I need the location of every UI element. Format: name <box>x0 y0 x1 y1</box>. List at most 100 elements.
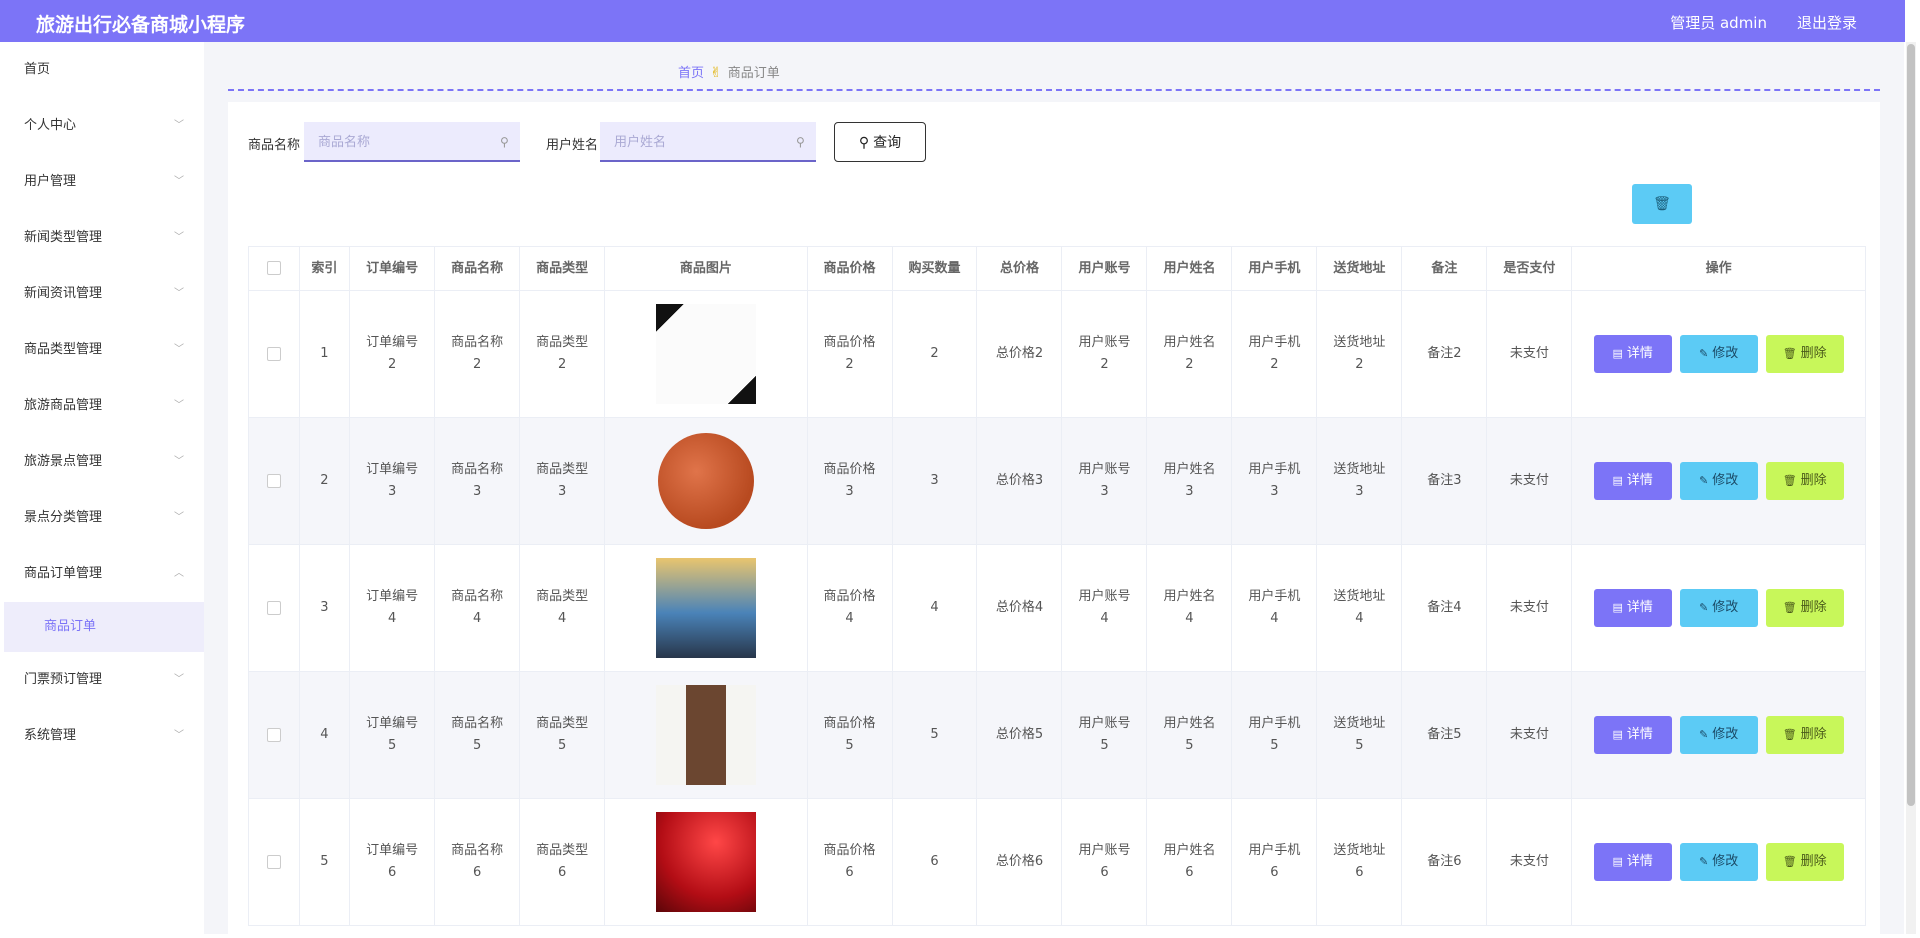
delete-button[interactable]: 🗑 删除 <box>1765 716 1844 754</box>
breadcrumb-home[interactable]: 首页 <box>678 66 704 81</box>
sidebar-item-label: 商品类型管理 <box>24 342 103 357</box>
sidebar-item-5[interactable]: 商品类型管理 ﹀ <box>4 322 204 378</box>
sidebar-item-0[interactable]: 门票预订管理 ﹀ <box>4 652 204 708</box>
chevron-icon: ﹀ <box>174 456 184 467</box>
detail-button[interactable]: ▤ 详情 <box>1593 843 1672 881</box>
sidebar-item-1[interactable]: 个人中心 ﹀ <box>4 98 204 154</box>
column-header: 总价格 <box>976 246 1063 291</box>
detail-button[interactable]: ▤ 详情 <box>1593 335 1672 373</box>
cell-type: 商品类型 6 <box>519 798 606 926</box>
sidebar-item-label: 景点分类管理 <box>24 510 103 525</box>
actions-cell: ▤ 详情 ✎ 修改 🗑 删除 <box>1571 290 1866 418</box>
query-button[interactable]: ⚲ 查询 <box>834 122 926 162</box>
sidebar-item-3[interactable]: 新闻类型管理 ﹀ <box>4 210 204 266</box>
user-name-input[interactable] <box>600 122 816 162</box>
sidebar-item-7[interactable]: 旅游景点管理 ﹀ <box>4 434 204 490</box>
cell-index: 4 <box>298 671 351 799</box>
cell-account: 用户账号 3 <box>1061 417 1148 545</box>
edit-button[interactable]: ✎ 修改 <box>1679 462 1758 500</box>
row-checkbox[interactable] <box>266 346 281 361</box>
detail-label: 详情 <box>1626 727 1653 742</box>
trash-icon: 🗑 <box>1782 728 1797 741</box>
row-select-cell <box>248 417 300 545</box>
cell-address: 送货地址 3 <box>1316 417 1403 545</box>
sidebar-item-label: 新闻资讯管理 <box>24 286 103 301</box>
row-checkbox[interactable] <box>266 727 281 742</box>
row-checkbox[interactable] <box>266 473 281 488</box>
edit-icon: ✎ <box>1699 474 1709 487</box>
sidebar-subitem-orders[interactable]: 商品订单 <box>4 602 204 652</box>
sidebar-item-2[interactable]: 用户管理 ﹀ <box>4 154 204 210</box>
breadcrumb: 首页 ✌ 商品订单 <box>678 62 780 81</box>
batch-delete-button[interactable]: 🗑 <box>1632 184 1692 224</box>
search-icon: ⚲ <box>500 135 509 149</box>
sidebar-item-1[interactable]: 系统管理 ﹀ <box>4 708 204 764</box>
sidebar-item-label: 首页 <box>24 62 51 77</box>
scrollbar[interactable] <box>1906 42 1916 934</box>
cell-address: 送货地址 6 <box>1316 798 1403 926</box>
row-checkbox[interactable] <box>266 854 281 869</box>
chevron-icon: ﹀ <box>174 288 184 299</box>
product-image-cell <box>604 290 808 418</box>
cell-note: 备注6 <box>1401 798 1488 926</box>
actions-cell: ▤ 详情 ✎ 修改 🗑 删除 <box>1571 417 1866 545</box>
edit-button[interactable]: ✎ 修改 <box>1679 843 1758 881</box>
delete-label: 删除 <box>1800 727 1827 742</box>
cell-address: 送货地址 4 <box>1316 544 1403 672</box>
cell-qty: 6 <box>891 798 978 926</box>
product-name-input[interactable] <box>304 122 520 162</box>
cell-type: 商品类型 5 <box>519 671 606 799</box>
edit-button[interactable]: ✎ 修改 <box>1679 335 1758 373</box>
sidebar-item-9[interactable]: 商品订单管理 ︿ <box>4 546 204 602</box>
scrollbar-thumb[interactable] <box>1907 44 1915 806</box>
trash-icon: 🗑 <box>1782 855 1797 868</box>
select-all-checkbox[interactable] <box>266 261 281 275</box>
edit-button[interactable]: ✎ 修改 <box>1679 589 1758 627</box>
product-image[interactable] <box>657 433 754 529</box>
delete-button[interactable]: 🗑 删除 <box>1765 462 1844 500</box>
product-image-cell <box>604 544 808 672</box>
trash-icon: 🗑 <box>1653 196 1671 212</box>
cell-paid: 未支付 <box>1486 544 1573 672</box>
column-header: 订单编号 <box>349 246 436 291</box>
product-image[interactable] <box>655 304 756 404</box>
delete-button[interactable]: 🗑 删除 <box>1765 335 1844 373</box>
row-checkbox[interactable] <box>266 600 281 615</box>
product-image[interactable] <box>655 558 756 658</box>
product-image[interactable] <box>655 812 756 912</box>
delete-button[interactable]: 🗑 删除 <box>1765 589 1844 627</box>
edit-button[interactable]: ✎ 修改 <box>1679 716 1758 754</box>
delete-button[interactable]: 🗑 删除 <box>1765 843 1844 881</box>
detail-button[interactable]: ▤ 详情 <box>1593 589 1672 627</box>
logout-link[interactable]: 退出登录 <box>1797 12 1857 33</box>
product-image[interactable] <box>655 685 756 785</box>
cell-name: 商品名称 3 <box>434 417 521 545</box>
sidebar-item-label: 旅游商品管理 <box>24 398 103 413</box>
search-icon: ⚲ <box>858 134 870 150</box>
app-title: 旅游出行必备商城小程序 <box>36 14 246 36</box>
divider <box>228 89 1880 91</box>
cell-order_no: 订单编号 5 <box>349 671 436 799</box>
sidebar-item-4[interactable]: 新闻资讯管理 ﹀ <box>4 266 204 322</box>
table-row: 3 订单编号 4 商品名称 4 商品类型 4 商品价格 4 4 总价格4 用户账号 4 用户姓名… <box>248 544 1866 672</box>
document-icon: ▤ <box>1612 474 1623 487</box>
sidebar-item-8[interactable]: 景点分类管理 ﹀ <box>4 490 204 546</box>
sidebar-item-6[interactable]: 旅游商品管理 ﹀ <box>4 378 204 434</box>
detail-button[interactable]: ▤ 详情 <box>1593 462 1672 500</box>
chevron-icon: ﹀ <box>174 674 184 685</box>
cell-type: 商品类型 3 <box>519 417 606 545</box>
column-header: 商品价格 <box>806 246 893 291</box>
document-icon: ▤ <box>1612 601 1623 614</box>
sidebar-item-0[interactable]: 首页 <box>4 42 204 98</box>
select-all-cell <box>248 246 300 291</box>
detail-button[interactable]: ▤ 详情 <box>1593 716 1672 754</box>
delete-label: 删除 <box>1800 854 1827 869</box>
cell-phone: 用户手机 3 <box>1231 417 1318 545</box>
detail-label: 详情 <box>1626 600 1653 615</box>
column-header: 是否支付 <box>1486 246 1573 291</box>
cell-account: 用户账号 5 <box>1061 671 1148 799</box>
actions-cell: ▤ 详情 ✎ 修改 🗑 删除 <box>1571 798 1866 926</box>
cell-price: 商品价格 6 <box>806 798 893 926</box>
trash-icon: 🗑 <box>1782 347 1797 360</box>
document-icon: ▤ <box>1612 728 1623 741</box>
